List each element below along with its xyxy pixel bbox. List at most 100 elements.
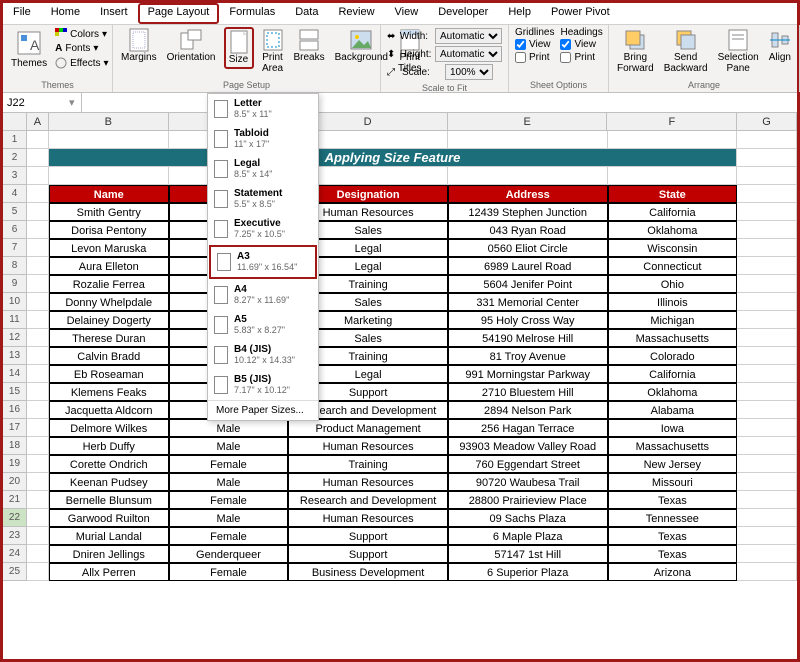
- table-cell[interactable]: Training: [288, 455, 448, 473]
- table-cell[interactable]: Human Resources: [288, 509, 448, 527]
- width-select[interactable]: Automatic: [435, 28, 502, 44]
- cell[interactable]: [27, 509, 49, 527]
- colors-button[interactable]: Colors ▾: [55, 27, 108, 41]
- cell[interactable]: [27, 563, 49, 581]
- table-cell[interactable]: Illinois: [608, 293, 738, 311]
- size-option-legal[interactable]: Legal8.5" x 14": [208, 154, 318, 184]
- cell[interactable]: [27, 473, 49, 491]
- table-cell[interactable]: Support: [288, 527, 448, 545]
- table-cell[interactable]: Arizona: [608, 563, 738, 581]
- cell[interactable]: [737, 509, 797, 527]
- row-header[interactable]: 15: [3, 383, 27, 401]
- size-option-a5[interactable]: A55.83" x 8.27": [208, 310, 318, 340]
- gridlines-view-check[interactable]: [515, 39, 526, 50]
- fonts-button[interactable]: AFonts ▾: [55, 42, 108, 55]
- table-cell[interactable]: Herb Duffy: [49, 437, 169, 455]
- table-cell[interactable]: Aura Elleton: [49, 257, 169, 275]
- menu-home[interactable]: Home: [41, 3, 90, 24]
- row-header[interactable]: 20: [3, 473, 27, 491]
- row-header[interactable]: 25: [3, 563, 27, 581]
- table-cell[interactable]: Human Resources: [288, 437, 448, 455]
- table-cell[interactable]: Tennessee: [608, 509, 738, 527]
- menu-help[interactable]: Help: [498, 3, 541, 24]
- table-cell[interactable]: Murial Landal: [49, 527, 169, 545]
- row-header[interactable]: 10: [3, 293, 27, 311]
- bring-forward-button[interactable]: Bring Forward: [615, 27, 656, 76]
- menu-power-pivot[interactable]: Power Pivot: [541, 3, 620, 24]
- row-header[interactable]: 1: [3, 131, 27, 149]
- table-cell[interactable]: Ohio: [608, 275, 738, 293]
- table-cell[interactable]: Male: [169, 437, 289, 455]
- menu-developer[interactable]: Developer: [428, 3, 498, 24]
- effects-button[interactable]: Effects ▾: [55, 56, 108, 70]
- cell[interactable]: [27, 293, 49, 311]
- table-header[interactable]: State: [608, 185, 738, 203]
- table-cell[interactable]: Levon Maruska: [49, 239, 169, 257]
- table-cell[interactable]: Female: [169, 455, 289, 473]
- cell[interactable]: [27, 239, 49, 257]
- cell[interactable]: [27, 203, 49, 221]
- cell[interactable]: [49, 167, 169, 185]
- cell[interactable]: [737, 527, 797, 545]
- cell[interactable]: [27, 437, 49, 455]
- breaks-button[interactable]: Breaks: [292, 27, 327, 65]
- table-cell[interactable]: New Jersey: [608, 455, 738, 473]
- table-cell[interactable]: Texas: [608, 491, 738, 509]
- table-cell[interactable]: Alabama: [608, 401, 738, 419]
- table-cell[interactable]: Female: [169, 527, 289, 545]
- cell[interactable]: [49, 131, 169, 149]
- table-cell[interactable]: California: [608, 365, 738, 383]
- sheet-title[interactable]: Applying Size Feature: [49, 149, 737, 167]
- cell[interactable]: [737, 131, 797, 149]
- selection-pane-button[interactable]: Selection Pane: [716, 27, 761, 76]
- cell[interactable]: [27, 491, 49, 509]
- cell[interactable]: [737, 365, 797, 383]
- align-button[interactable]: Align: [767, 27, 793, 65]
- worksheet-grid[interactable]: 12Applying Size Feature34NameGenderDesig…: [3, 131, 797, 581]
- table-cell[interactable]: Genderqueer: [169, 545, 289, 563]
- cell[interactable]: [27, 383, 49, 401]
- row-header[interactable]: 9: [3, 275, 27, 293]
- cell[interactable]: [737, 473, 797, 491]
- margins-button[interactable]: Margins: [119, 27, 159, 65]
- menu-page-layout[interactable]: Page Layout: [138, 3, 220, 24]
- name-box[interactable]: [3, 96, 63, 110]
- cell[interactable]: [27, 527, 49, 545]
- cell[interactable]: [737, 455, 797, 473]
- cell[interactable]: [27, 545, 49, 563]
- menu-formulas[interactable]: Formulas: [219, 3, 285, 24]
- col-header-F[interactable]: F: [607, 113, 737, 130]
- table-cell[interactable]: Product Management: [288, 419, 448, 437]
- table-cell[interactable]: Human Resources: [288, 473, 448, 491]
- table-cell[interactable]: Iowa: [608, 419, 738, 437]
- table-cell[interactable]: 5604 Jenifer Point: [448, 275, 608, 293]
- size-option-b4-jis-[interactable]: B4 (JIS)10.12" x 14.33": [208, 340, 318, 370]
- table-cell[interactable]: 2894 Nelson Park: [448, 401, 608, 419]
- table-cell[interactable]: Delainey Dogerty: [49, 311, 169, 329]
- cell[interactable]: [27, 257, 49, 275]
- cell[interactable]: [737, 437, 797, 455]
- row-header[interactable]: 24: [3, 545, 27, 563]
- cell[interactable]: [737, 401, 797, 419]
- table-cell[interactable]: 57147 1st Hill: [448, 545, 608, 563]
- table-cell[interactable]: Massachusetts: [608, 329, 738, 347]
- menu-insert[interactable]: Insert: [90, 3, 138, 24]
- cell[interactable]: [737, 311, 797, 329]
- table-cell[interactable]: 54190 Melrose Hill: [448, 329, 608, 347]
- table-cell[interactable]: 331 Memorial Center: [448, 293, 608, 311]
- table-cell[interactable]: Male: [169, 419, 289, 437]
- orientation-button[interactable]: Orientation: [165, 27, 218, 65]
- height-select[interactable]: Automatic: [435, 46, 502, 62]
- table-cell[interactable]: Dniren Jellings: [49, 545, 169, 563]
- table-cell[interactable]: 760 Eggendart Street: [448, 455, 608, 473]
- table-cell[interactable]: 12439 Stephen Junction: [448, 203, 608, 221]
- cell[interactable]: [737, 221, 797, 239]
- table-cell[interactable]: Calvin Bradd: [49, 347, 169, 365]
- cell[interactable]: [27, 275, 49, 293]
- row-header[interactable]: 23: [3, 527, 27, 545]
- row-header[interactable]: 22: [3, 509, 27, 527]
- table-cell[interactable]: Business Development: [288, 563, 448, 581]
- table-cell[interactable]: 6 Superior Plaza: [448, 563, 608, 581]
- size-option-a3[interactable]: A311.69" x 16.54": [209, 245, 317, 279]
- cell[interactable]: [27, 149, 49, 167]
